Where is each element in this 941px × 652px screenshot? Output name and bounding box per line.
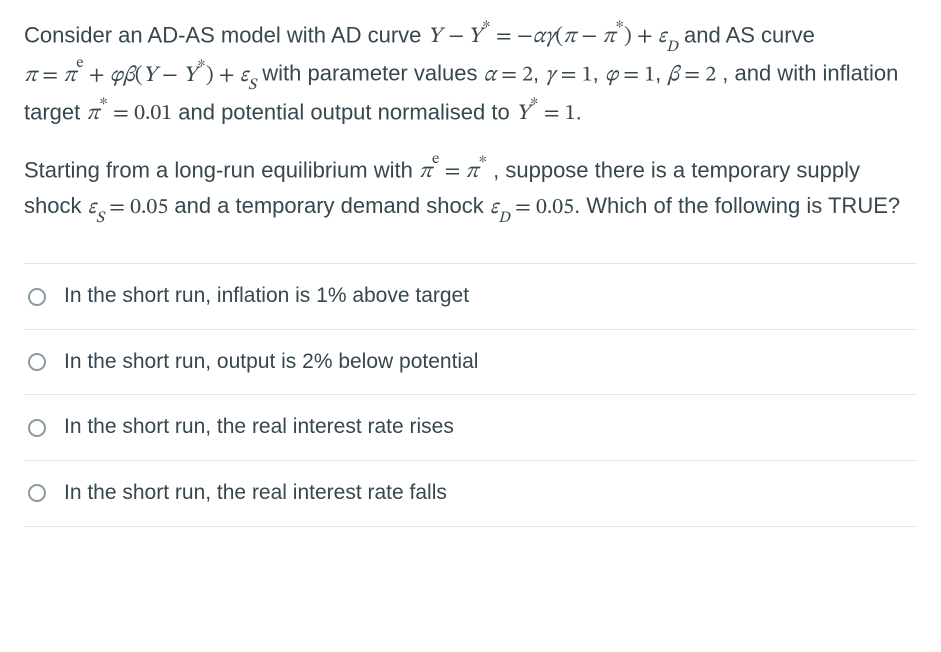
param-beta: β = 2	[667, 65, 716, 87]
text-fragment: and a temporary demand shock	[174, 193, 490, 218]
param-eps-s: εS = 0.05	[88, 197, 169, 219]
param-eps-d: εD = 0.05	[490, 197, 574, 219]
radio-icon	[28, 484, 46, 502]
param-alpha: α = 2	[484, 65, 533, 87]
option-4[interactable]: In the short run, the real interest rate…	[24, 460, 917, 527]
option-label: In the short run, the real interest rate…	[64, 411, 454, 444]
text-fragment: .	[576, 99, 582, 124]
equation-pie: πe = π∗	[419, 161, 487, 183]
text-fragment: and AS curve	[684, 22, 815, 47]
equation-ad: Y − Y∗ = −αγ(π − π∗) + εD	[428, 26, 678, 48]
question-paragraph-2: Starting from a long-run equilibrium wit…	[24, 153, 917, 227]
param-y-star: Y∗ = 1	[516, 103, 576, 125]
option-1[interactable]: In the short run, inflation is 1% above …	[24, 263, 917, 329]
options-list: In the short run, inflation is 1% above …	[24, 263, 917, 526]
option-3[interactable]: In the short run, the real interest rate…	[24, 394, 917, 460]
text-fragment: and potential output normalised to	[178, 99, 516, 124]
question-stem: Consider an AD-AS model with AD curve Y …	[24, 18, 917, 227]
option-label: In the short run, inflation is 1% above …	[64, 280, 469, 313]
option-2[interactable]: In the short run, output is 2% below pot…	[24, 329, 917, 395]
param-phi: φ = 1	[605, 65, 655, 87]
text-fragment: ,	[655, 61, 667, 86]
question-paragraph-1: Consider an AD-AS model with AD curve Y …	[24, 18, 917, 131]
text-fragment: . Which of the following is TRUE?	[574, 193, 900, 218]
option-label: In the short run, the real interest rate…	[64, 477, 447, 510]
param-gamma: γ = 1	[545, 65, 592, 87]
equation-as: π = πe + φβ(Y − Y∗) + εS	[24, 65, 256, 87]
text-fragment: ,	[593, 61, 605, 86]
option-label: In the short run, output is 2% below pot…	[64, 346, 478, 379]
text-fragment: Consider an AD-AS model with AD curve	[24, 22, 428, 47]
radio-icon	[28, 288, 46, 306]
text-fragment: with parameter values	[262, 61, 483, 86]
text-fragment: Starting from a long-run equilibrium wit…	[24, 157, 419, 182]
param-pi-star: π∗ = 0.01	[86, 103, 172, 125]
question-container: Consider an AD-AS model with AD curve Y …	[0, 0, 941, 527]
radio-icon	[28, 353, 46, 371]
text-fragment: ,	[533, 61, 545, 86]
radio-icon	[28, 419, 46, 437]
